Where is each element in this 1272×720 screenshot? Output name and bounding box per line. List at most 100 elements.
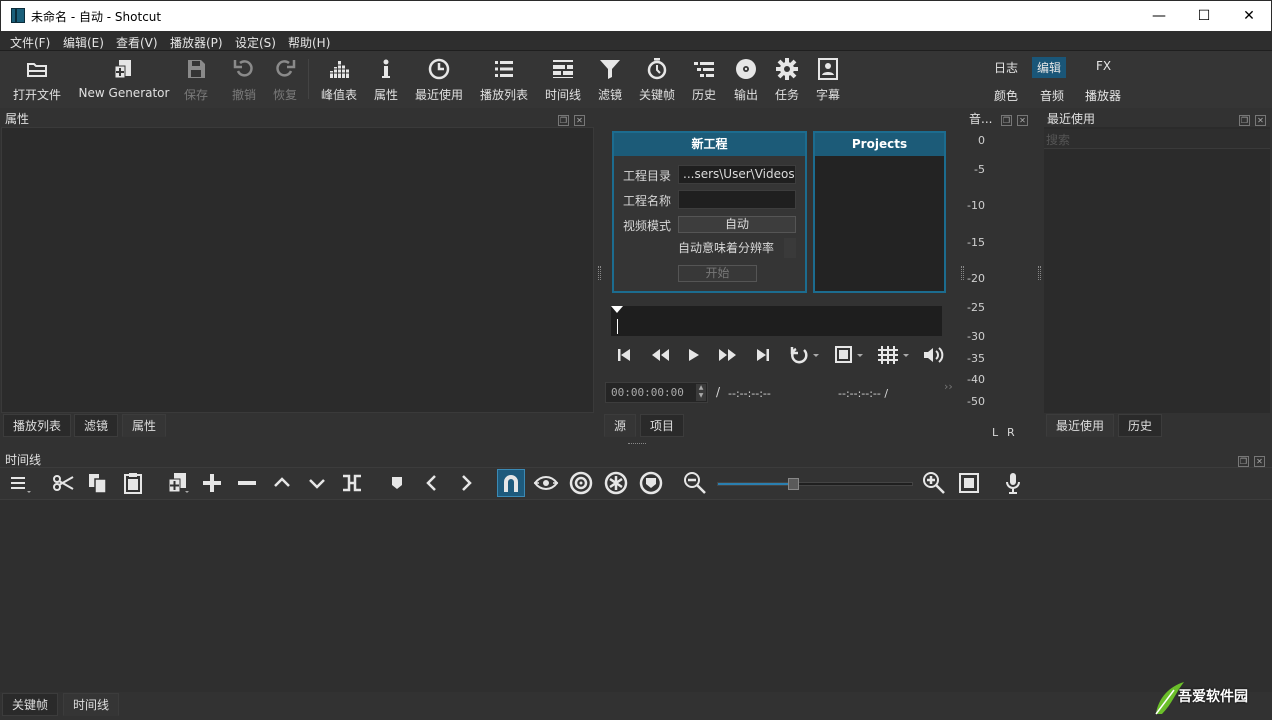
menu-player[interactable]: 播放器(P) xyxy=(170,34,223,51)
timecode-field[interactable]: 00:00:00:00 ▲ ▼ xyxy=(605,382,708,403)
menu-settings[interactable]: 设定(S) xyxy=(235,34,276,51)
tab-history[interactable]: 历史 xyxy=(1118,414,1163,437)
close-button[interactable]: ✕ xyxy=(1226,1,1272,31)
scrub-drag-button[interactable] xyxy=(533,470,559,496)
start-button[interactable]: 开始 xyxy=(678,265,757,282)
close-icon[interactable]: ✕ xyxy=(574,115,585,126)
properties-dock-header: 属性 ❐ ✕ xyxy=(0,109,595,127)
fast-forward-icon[interactable] xyxy=(718,347,738,363)
float-icon[interactable]: ❐ xyxy=(1238,456,1249,467)
splitter-handle[interactable] xyxy=(1038,266,1041,280)
timeline-button[interactable]: 时间线 xyxy=(542,57,584,103)
menu-help[interactable]: 帮助(H) xyxy=(288,34,330,51)
add-marker-button[interactable] xyxy=(384,470,410,496)
tab-properties[interactable]: 属性 xyxy=(122,414,167,437)
skip-next-icon[interactable] xyxy=(755,347,771,363)
history-button[interactable]: 历史 xyxy=(688,57,720,103)
layout-player[interactable]: 播放器 xyxy=(1080,85,1126,106)
play-icon[interactable] xyxy=(686,347,702,363)
tab-source[interactable]: 源 xyxy=(604,414,637,437)
tab-keyframes[interactable]: 关键帧 xyxy=(2,693,59,716)
peak-meter-button[interactable]: 峰值表 xyxy=(318,57,360,103)
description-scrollbar[interactable] xyxy=(784,238,796,258)
tab-project[interactable]: 项目 xyxy=(640,414,685,437)
previous-marker-button[interactable] xyxy=(419,470,445,496)
new-generator-button[interactable]: New Generator xyxy=(76,57,172,100)
keyframes-button[interactable]: 关键帧 xyxy=(636,57,678,103)
project-dir-field[interactable]: ...sers\User\Videos xyxy=(678,165,796,184)
zoom-slider[interactable] xyxy=(717,478,913,490)
next-marker-button[interactable] xyxy=(453,470,479,496)
splitter-handle[interactable] xyxy=(628,443,646,445)
float-icon[interactable]: ❐ xyxy=(1001,115,1012,126)
splitter-handle[interactable] xyxy=(961,266,964,280)
split-button[interactable] xyxy=(339,470,365,496)
close-icon[interactable]: ✕ xyxy=(1255,115,1266,126)
zoom-fit-timeline-button[interactable] xyxy=(956,470,982,496)
zoom-in-button[interactable] xyxy=(921,470,947,496)
menu-edit[interactable]: 编辑(E) xyxy=(63,34,104,51)
more-icon[interactable]: ›› xyxy=(944,380,953,393)
tab-playlist[interactable]: 播放列表 xyxy=(3,414,72,437)
timecode-spinner[interactable]: ▲ ▼ xyxy=(696,384,706,401)
playhead-marker[interactable] xyxy=(611,306,623,313)
layout-fx[interactable]: FX xyxy=(1091,57,1116,75)
maximize-button[interactable]: ☐ xyxy=(1181,1,1227,31)
tab-recent[interactable]: 最近使用 xyxy=(1046,414,1115,437)
float-icon[interactable]: ❐ xyxy=(558,115,569,126)
zoom-slider-handle[interactable] xyxy=(787,478,799,490)
cut-button[interactable] xyxy=(50,470,76,496)
video-mode-select[interactable]: 自动 xyxy=(678,216,796,233)
open-file-button[interactable]: 打开文件 xyxy=(10,57,64,103)
jobs-button[interactable]: 任务 xyxy=(771,57,803,103)
splitter-handle[interactable] xyxy=(598,266,601,280)
zoom-fit-icon[interactable] xyxy=(834,345,864,365)
overwrite-button[interactable] xyxy=(304,470,330,496)
save-button[interactable]: 保存 xyxy=(180,57,212,103)
zoom-out-button[interactable] xyxy=(682,470,708,496)
timeline-tracks-area[interactable] xyxy=(0,500,1272,692)
tab-filters[interactable]: 滤镜 xyxy=(74,414,119,437)
recent-button[interactable]: 最近使用 xyxy=(412,57,466,103)
redo-button[interactable]: 恢复 xyxy=(269,57,301,103)
undo-button[interactable]: 撤销 xyxy=(228,57,260,103)
menu-file[interactable]: 文件(F) xyxy=(10,34,50,51)
timeline-menu-button[interactable] xyxy=(7,470,33,496)
recent-search-input[interactable]: 搜索 xyxy=(1044,129,1270,149)
close-icon[interactable]: ✕ xyxy=(1017,115,1028,126)
project-name-field[interactable] xyxy=(678,190,796,209)
append-button[interactable] xyxy=(165,470,191,496)
ripple-all-tracks-button[interactable] xyxy=(603,470,629,496)
lift-button[interactable] xyxy=(269,470,295,496)
skip-previous-icon[interactable] xyxy=(616,347,632,363)
properties-button[interactable]: 属性 xyxy=(370,57,402,103)
paste-button[interactable] xyxy=(120,470,146,496)
ripple-markers-button[interactable] xyxy=(638,470,664,496)
subtitles-button[interactable]: 字幕 xyxy=(812,57,844,103)
ripple-delete-button[interactable] xyxy=(234,470,260,496)
rewind-icon[interactable] xyxy=(650,347,670,363)
filters-button[interactable]: 滤镜 xyxy=(594,57,626,103)
scrub-bar[interactable] xyxy=(611,306,942,336)
layout-logging[interactable]: 日志 xyxy=(989,57,1023,78)
ripple-button[interactable] xyxy=(568,470,594,496)
layout-color[interactable]: 颜色 xyxy=(989,85,1023,106)
snap-button[interactable] xyxy=(497,469,525,497)
export-button[interactable]: 输出 xyxy=(730,57,762,103)
minimize-button[interactable]: — xyxy=(1136,1,1182,31)
close-icon[interactable]: ✕ xyxy=(1254,456,1265,467)
loop-icon[interactable] xyxy=(790,345,820,365)
projects-list[interactable] xyxy=(815,156,944,291)
playlist-button[interactable]: 播放列表 xyxy=(477,57,531,103)
ripple-add-button[interactable] xyxy=(199,470,225,496)
grid-icon[interactable] xyxy=(876,345,912,365)
layout-editing[interactable]: 编辑 xyxy=(1032,57,1067,78)
projects-box: Projects xyxy=(813,131,946,293)
copy-button[interactable] xyxy=(85,470,111,496)
float-icon[interactable]: ❐ xyxy=(1239,115,1250,126)
volume-icon[interactable] xyxy=(922,345,946,365)
layout-audio[interactable]: 音频 xyxy=(1035,85,1069,106)
tab-timeline[interactable]: 时间线 xyxy=(63,693,120,716)
record-audio-button[interactable] xyxy=(1000,470,1026,496)
menu-view[interactable]: 查看(V) xyxy=(116,34,158,51)
